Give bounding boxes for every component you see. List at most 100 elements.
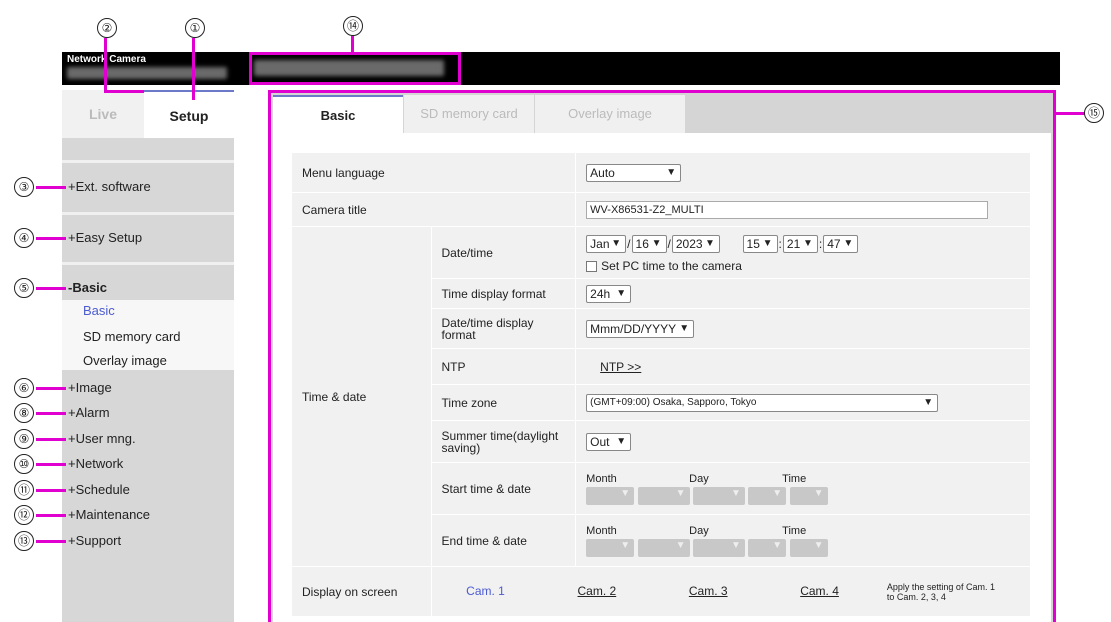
chevron-down-icon: ▼ bbox=[772, 539, 783, 551]
end-day-header: Day bbox=[689, 524, 709, 537]
end-month-select[interactable]: ▼ bbox=[586, 538, 635, 557]
chevron-down-icon: ▼ bbox=[620, 539, 631, 551]
set-pc-time-label: Set PC time to the camera bbox=[601, 258, 742, 273]
callout-12: ⑫ bbox=[14, 505, 34, 525]
pointer-line bbox=[36, 186, 66, 189]
start-time-label: Start time & date bbox=[430, 462, 577, 515]
callout-9: ⑨ bbox=[14, 429, 34, 449]
start-hour-select[interactable]: ▼ bbox=[748, 486, 787, 505]
cam-3-link[interactable]: Cam. 3 bbox=[654, 584, 762, 598]
callout-14: ⑭ bbox=[343, 16, 363, 36]
end-day-select[interactable]: ▼ bbox=[692, 538, 745, 557]
time-format-label: Time display format bbox=[430, 278, 577, 309]
callout-6: ⑥ bbox=[14, 378, 34, 398]
time-format-select[interactable]: 24h ▼ bbox=[586, 284, 632, 303]
tab-basic[interactable]: Basic bbox=[273, 95, 403, 133]
callout-8: ⑧ bbox=[14, 403, 34, 423]
sidebar-subitem-sd-memory-card[interactable]: SD memory card bbox=[83, 329, 181, 344]
pointer-line bbox=[36, 412, 66, 415]
chevron-down-icon: ▼ bbox=[666, 166, 677, 178]
chevron-down-icon: ▼ bbox=[704, 237, 715, 249]
ntp-label: NTP bbox=[430, 348, 577, 385]
chevron-down-icon: ▼ bbox=[651, 237, 662, 249]
sidebar-subitem-overlay-image[interactable]: Overlay image bbox=[83, 353, 167, 368]
sidebar-item-support[interactable]: +Support bbox=[62, 533, 234, 548]
tab-live[interactable]: Live bbox=[62, 90, 144, 138]
year-select[interactable]: 2023 ▼ bbox=[671, 234, 720, 253]
title-highlight-box bbox=[249, 52, 461, 85]
chevron-down-icon: ▼ bbox=[923, 396, 934, 408]
pointer-line bbox=[104, 90, 144, 93]
summer-time-select[interactable]: Out ▼ bbox=[586, 432, 632, 451]
pointer-line bbox=[36, 540, 66, 543]
month-select[interactable]: Jan ▼ bbox=[586, 234, 627, 253]
pointer-line bbox=[36, 387, 66, 390]
time-zone-select[interactable]: (GMT+09:00) Osaka, Sapporo, Tokyo ▼ bbox=[586, 393, 939, 412]
sidebar-item-schedule[interactable]: +Schedule bbox=[62, 482, 234, 497]
pointer-line bbox=[36, 237, 66, 240]
start-day-select[interactable]: ▼ bbox=[692, 486, 745, 505]
set-pc-time-checkbox[interactable] bbox=[586, 260, 598, 272]
pointer-line bbox=[1056, 112, 1086, 115]
camera-title-input[interactable]: WV-X86531-Z2_MULTI bbox=[586, 200, 989, 219]
chevron-down-icon: ▼ bbox=[802, 237, 813, 249]
tab-setup[interactable]: Setup bbox=[144, 90, 234, 138]
ntp-link[interactable]: NTP >> bbox=[600, 360, 641, 374]
chevron-down-icon: ▼ bbox=[620, 487, 631, 499]
pointer-line bbox=[104, 38, 107, 92]
sidebar-item-network[interactable]: +Network bbox=[62, 456, 234, 471]
menu-language-select[interactable]: Auto ▼ bbox=[586, 163, 682, 182]
hour-select[interactable]: 15 ▼ bbox=[742, 234, 778, 253]
chevron-down-icon: ▼ bbox=[616, 287, 627, 299]
tab-overlay-image[interactable]: Overlay image bbox=[535, 95, 685, 133]
display-on-screen-label: Display on screen bbox=[291, 566, 432, 617]
callout-3: ③ bbox=[14, 177, 34, 197]
start-week-select[interactable]: ▼ bbox=[637, 486, 690, 505]
time-date-label: Time & date bbox=[291, 226, 432, 567]
pointer-line bbox=[36, 463, 66, 466]
chevron-down-icon: ▼ bbox=[762, 237, 773, 249]
chevron-down-icon: ▼ bbox=[843, 237, 854, 249]
chevron-down-icon: ▼ bbox=[772, 487, 783, 499]
pointer-line bbox=[351, 36, 354, 52]
end-hour-select[interactable]: ▼ bbox=[748, 538, 787, 557]
pointer-line bbox=[192, 38, 195, 100]
cam-2-link[interactable]: Cam. 2 bbox=[543, 584, 651, 598]
tab-sd-memory-card[interactable]: SD memory card bbox=[404, 95, 534, 133]
minute-select[interactable]: 21 ▼ bbox=[782, 234, 818, 253]
camera-title-label: Camera title bbox=[290, 192, 577, 227]
cam-4-link[interactable]: Cam. 4 bbox=[766, 584, 874, 598]
start-month-select[interactable]: ▼ bbox=[586, 486, 635, 505]
sidebar-item-image[interactable]: +Image bbox=[62, 380, 234, 395]
day-select[interactable]: 16 ▼ bbox=[631, 234, 667, 253]
start-month-header: Month bbox=[586, 472, 617, 485]
sidebar-subitem-basic[interactable]: Basic bbox=[83, 303, 115, 318]
sidebar-item-ext-software[interactable]: +Ext. software bbox=[62, 179, 234, 194]
second-select[interactable]: 47 ▼ bbox=[823, 234, 859, 253]
callout-13: ⑬ bbox=[14, 531, 34, 551]
chevron-down-icon: ▼ bbox=[730, 539, 741, 551]
sidebar-item-alarm[interactable]: +Alarm bbox=[62, 405, 234, 420]
apply-cams-button[interactable]: Apply the setting of Cam. 1 to Cam. 2, 3… bbox=[887, 582, 1005, 602]
start-time-header: Time bbox=[782, 472, 807, 485]
start-minute-select[interactable]: ▼ bbox=[789, 486, 828, 505]
sidebar-item-user-mng[interactable]: +User mng. bbox=[62, 431, 234, 446]
end-week-select[interactable]: ▼ bbox=[637, 538, 690, 557]
summer-time-label: Summer time(daylight saving) bbox=[430, 420, 577, 463]
callout-5: ⑤ bbox=[14, 278, 34, 298]
callout-11: ⑪ bbox=[14, 480, 34, 500]
sidebar-item-basic[interactable]: -Basic bbox=[62, 280, 234, 295]
date-separator: / bbox=[667, 236, 671, 251]
datetime-format-select[interactable]: Mmm/DD/YYYY ▼ bbox=[586, 319, 695, 338]
cam-1-tab[interactable]: Cam. 1 bbox=[432, 584, 540, 598]
sidebar-item-maintenance[interactable]: +Maintenance bbox=[62, 507, 234, 522]
end-minute-select[interactable]: ▼ bbox=[789, 538, 828, 557]
divider bbox=[62, 212, 234, 215]
sidebar-item-easy-setup[interactable]: +Easy Setup bbox=[62, 230, 234, 245]
menu-language-label: Menu language bbox=[290, 152, 577, 193]
time-separator: : bbox=[818, 236, 823, 251]
callout-1: ① bbox=[185, 18, 205, 38]
start-day-header: Day bbox=[689, 472, 709, 485]
chevron-down-icon: ▼ bbox=[679, 322, 690, 334]
chevron-down-icon: ▼ bbox=[730, 487, 741, 499]
